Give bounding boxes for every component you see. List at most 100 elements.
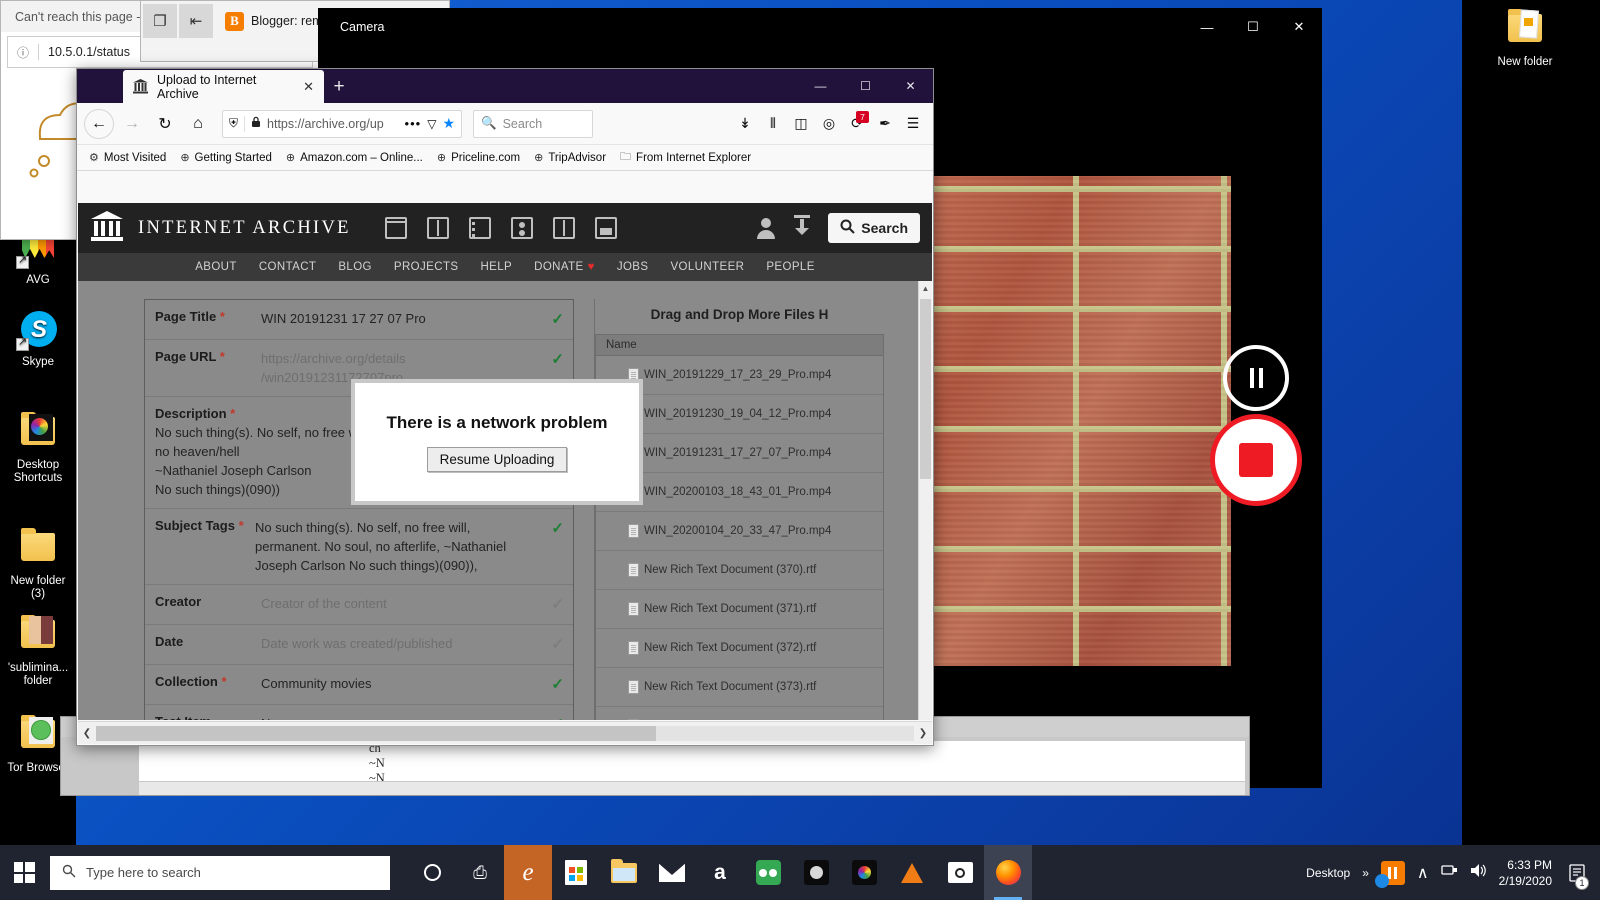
start-button[interactable] [0, 845, 48, 900]
show-hidden-icons-chevron[interactable]: ∧ [1417, 863, 1429, 883]
archive-search-button[interactable]: Search [828, 213, 920, 243]
field-value[interactable]: No such thing(s). No self, no free will,… [255, 518, 563, 575]
camera-minimize-button[interactable]: — [1184, 8, 1230, 46]
page-horizontal-scrollbar[interactable]: ❮ ❯ [78, 721, 932, 744]
account-icon[interactable]: ◎ [816, 110, 842, 138]
downloads-icon[interactable]: ↡ [732, 110, 758, 138]
file-list-item[interactable]: New Rich Text Document (370).rtf [596, 551, 883, 590]
file-explorer-icon[interactable] [600, 845, 648, 900]
desktop-icon-subliminal-folder[interactable]: 'sublimina... folder [0, 614, 76, 688]
home-button[interactable]: ⌂ [183, 109, 213, 139]
scrollbar-track[interactable] [96, 725, 914, 741]
nav-item-volunteer[interactable]: VOLUNTEER [670, 261, 744, 273]
desktop-icon-skype[interactable]: S Skype [0, 308, 76, 369]
desktop-icon-desktop-shortcuts[interactable]: Desktop Shortcuts [0, 411, 76, 485]
nav-item-help[interactable]: HELP [480, 261, 512, 273]
menu-icon[interactable]: ☰ [900, 110, 926, 138]
taskbar-search-input[interactable]: Type here to search [50, 855, 390, 890]
desktop-icon-new-folder[interactable]: New folder [1487, 8, 1563, 69]
library-icon[interactable]: ⦀ [760, 110, 786, 138]
bookmark-star-icon[interactable]: ★ [442, 115, 455, 132]
firefox-maximize-button[interactable]: ☐ [843, 69, 888, 102]
bookmark-amazon[interactable]: ⊕ Amazon.com – Online... [286, 151, 423, 165]
volume-tray-icon[interactable] [1470, 863, 1487, 883]
firefox-minimize-button[interactable]: — [798, 69, 843, 102]
audio-icon[interactable] [510, 217, 533, 239]
scrollbar-thumb[interactable] [920, 299, 931, 479]
field-value[interactable]: Community movies [255, 674, 563, 695]
back-button[interactable]: ← [84, 108, 114, 139]
firefox-close-button[interactable]: ✕ [888, 69, 933, 102]
page-info-icon[interactable]: ⓘ [8, 44, 38, 61]
desktop-label[interactable]: Desktop [1306, 866, 1350, 880]
user-account-icon[interactable] [756, 217, 776, 239]
images-icon[interactable] [594, 217, 617, 239]
bookmark-tripadvisor[interactable]: ⊕ TripAdvisor [534, 151, 606, 165]
software-icon[interactable] [552, 217, 575, 239]
texts-book-icon[interactable] [426, 217, 449, 239]
app-dark-icon[interactable] [792, 845, 840, 900]
photo-viewer-icon[interactable] [840, 845, 888, 900]
nav-item-blog[interactable]: BLOG [338, 261, 372, 273]
action-center-icon[interactable]: 1 [1564, 845, 1590, 900]
search-bar[interactable]: 🔍 Search [473, 109, 593, 138]
bookmark-from-internet-explorer[interactable]: 🗀 From Internet Explorer [620, 148, 751, 167]
file-list-item[interactable]: New Rich Text Document (372).rtf [596, 629, 883, 668]
firefox-icon[interactable] [984, 845, 1032, 900]
sidebar-icon[interactable]: ◫ [788, 110, 814, 138]
url-bar[interactable]: ⛨ https://archive.org/up ••• ▽ ★ [222, 109, 462, 138]
tracking-protection-shield-icon[interactable]: ⛨ [229, 116, 238, 131]
form-row-subject-tags[interactable]: Subject Tags * No such thing(s). No self… [145, 509, 573, 585]
form-row-creator[interactable]: Creator Creator of the content ✓ [145, 585, 573, 625]
forward-button[interactable]: → [117, 109, 147, 139]
camera-icon[interactable] [936, 845, 984, 900]
dock-tabs-button[interactable]: ⇤ [179, 4, 213, 38]
scroll-up-arrow-icon[interactable]: ▲ [919, 281, 932, 295]
scroll-left-arrow-icon[interactable]: ❮ [78, 728, 96, 739]
form-row-test-item[interactable]: Test Item No ✓ [145, 705, 573, 720]
bookmark-priceline[interactable]: ⊕ Priceline.com [437, 151, 520, 165]
nav-item-contact[interactable]: CONTACT [259, 261, 317, 273]
field-value[interactable]: No [255, 714, 563, 720]
page-vertical-scrollbar[interactable]: ▲ [918, 281, 932, 720]
pocket-icon[interactable]: ▽ [427, 117, 436, 131]
file-list-item[interactable]: WIN_20200104_20_33_47_Pro.mp4 [596, 512, 883, 551]
bookmark-getting-started[interactable]: ⊕ Getting Started [180, 151, 272, 165]
mail-icon[interactable] [648, 845, 696, 900]
internet-archive-logo-icon[interactable] [90, 210, 124, 247]
amazon-icon[interactable]: a [696, 845, 744, 900]
nav-item-jobs[interactable]: JOBS [617, 261, 649, 273]
page-actions-icon[interactable]: ••• [405, 116, 422, 131]
updates-icon[interactable]: ⟳ 7 [844, 110, 870, 138]
bookmark-most-visited[interactable]: ⚙ Most Visited [89, 151, 166, 165]
network-problem-dialog[interactable]: There is a network problem Resume Upload… [351, 379, 643, 505]
nav-item-about[interactable]: ABOUT [195, 261, 237, 273]
reload-button[interactable]: ↻ [150, 109, 180, 139]
taskbar-clock[interactable]: 6:33 PM 2/19/2020 [1499, 857, 1552, 889]
microsoft-edge-icon[interactable]: e [504, 845, 552, 900]
scrollbar-thumb[interactable] [96, 725, 656, 741]
vpn-tray-icon[interactable] [1374, 860, 1405, 888]
overflow-chevron-icon[interactable]: » [1362, 866, 1369, 880]
field-value[interactable]: WIN 20191231 17 27 07 Pro [255, 309, 563, 330]
nav-item-donate[interactable]: DONATE ♥ [534, 261, 595, 273]
scroll-right-arrow-icon[interactable]: ❯ [914, 728, 932, 739]
resume-uploading-button[interactable]: Resume Uploading [426, 446, 568, 472]
field-placeholder[interactable]: Date work was created/published [255, 634, 563, 655]
camera-close-button[interactable]: ✕ [1276, 8, 1322, 46]
nav-item-people[interactable]: PEOPLE [766, 261, 814, 273]
desktop-icon-new-folder-3[interactable]: New folder (3) [0, 527, 76, 601]
tripadvisor-icon[interactable] [744, 845, 792, 900]
microsoft-store-icon[interactable] [552, 845, 600, 900]
file-list-item[interactable]: New Rich Text Document (371).rtf [596, 590, 883, 629]
tab-close-icon[interactable]: ✕ [303, 79, 314, 95]
new-tab-button[interactable]: + [324, 70, 354, 103]
tab-upload-to-internet-archive[interactable]: Upload to Internet Archive ✕ [123, 70, 324, 103]
upload-icon[interactable] [792, 214, 812, 242]
vlc-icon[interactable] [888, 845, 936, 900]
camera-stop-button[interactable] [1210, 414, 1302, 506]
camera-title-bar[interactable]: Camera — ☐ ✕ [318, 8, 1322, 46]
field-placeholder[interactable]: Creator of the content [255, 594, 563, 615]
form-row-date[interactable]: Date Date work was created/published ✓ [145, 625, 573, 665]
web-icon[interactable] [384, 217, 407, 239]
